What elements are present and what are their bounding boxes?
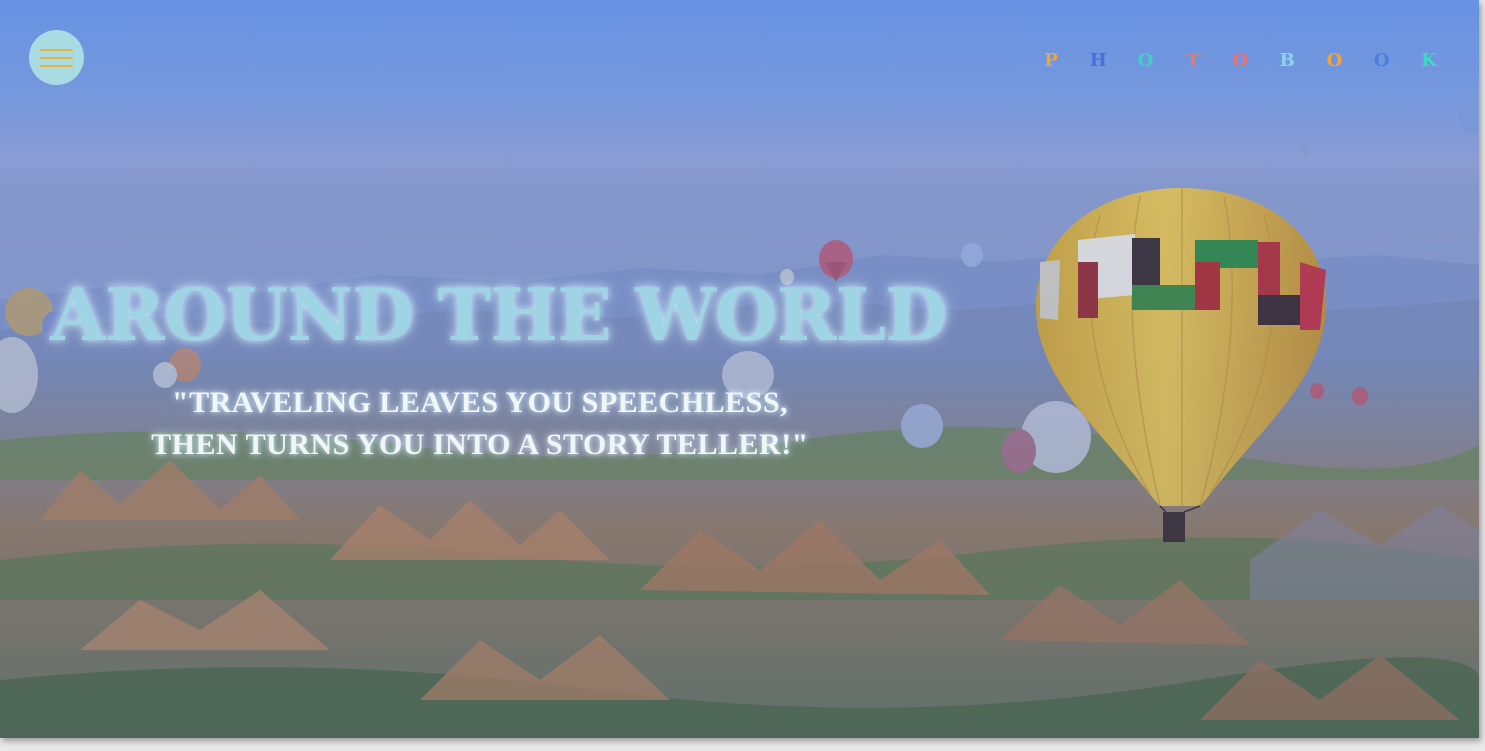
brand-letter: O <box>1373 50 1390 71</box>
brand-letter: O <box>1137 50 1154 71</box>
brand-letter: K <box>1421 50 1437 71</box>
brand-letter: T <box>1186 50 1200 71</box>
brand-letter: O <box>1232 50 1248 71</box>
hero-quote: "TRAVELING LEAVES YOU SPEECHLESS, THEN T… <box>151 386 809 461</box>
menu-button[interactable] <box>29 30 84 85</box>
hero-background-image <box>0 0 1479 738</box>
hamburger-menu-icon-bar <box>40 65 73 67</box>
hamburger-menu-icon-bar <box>40 57 73 59</box>
brand-letter: O <box>1326 50 1343 71</box>
brand-letter: B <box>1279 50 1295 71</box>
brand-logo[interactable]: P H O T O B O O K <box>1040 50 1440 74</box>
hamburger-menu-icon <box>40 49 73 51</box>
hero-section: P H O T O B O O K AROUND THE WORLD "TRAV… <box>0 0 1479 738</box>
brand-letter: H <box>1089 50 1107 71</box>
hero-title: AROUND THE WORLD <box>50 272 948 357</box>
brand-letter: P <box>1044 50 1058 71</box>
